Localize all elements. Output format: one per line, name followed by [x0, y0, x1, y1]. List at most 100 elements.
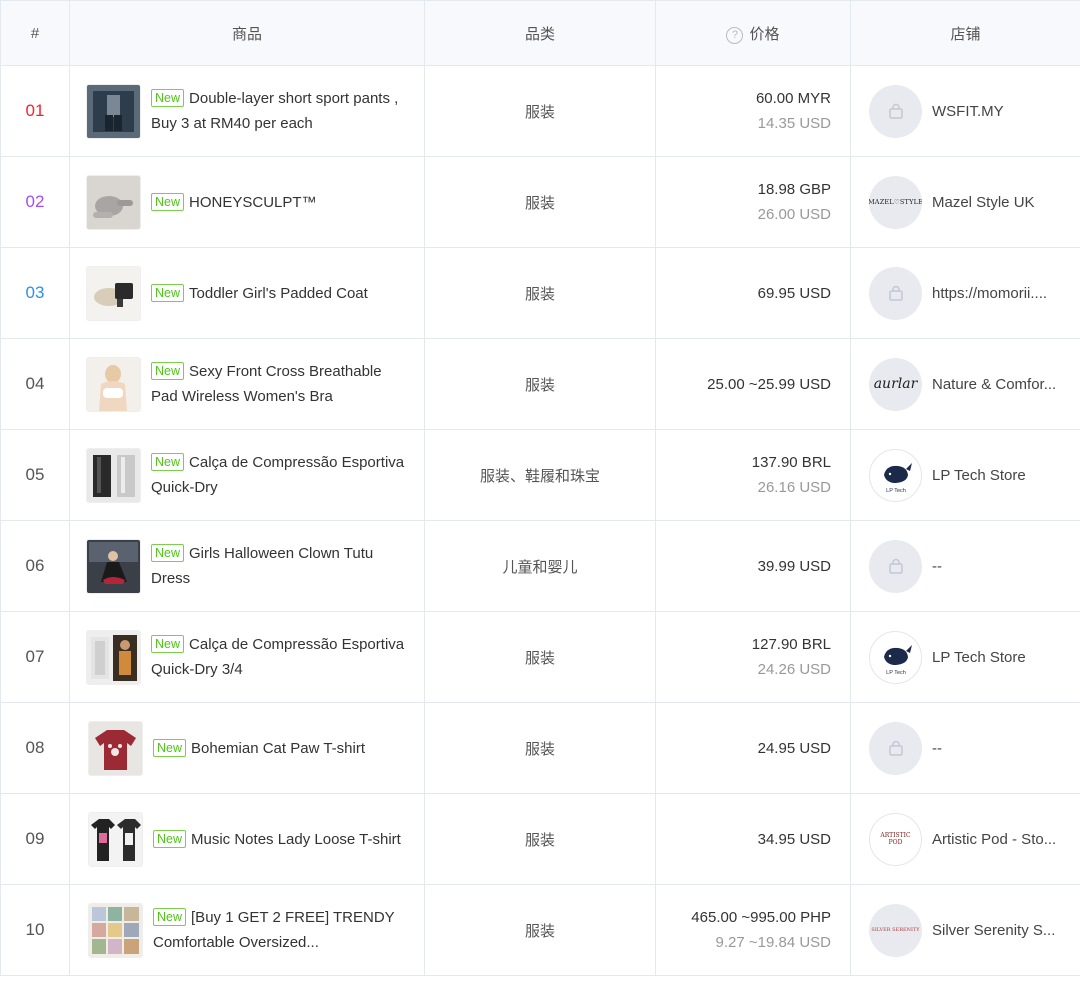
new-badge: New: [151, 192, 185, 211]
shop-cell[interactable]: --: [850, 702, 1080, 794]
shop-cell[interactable]: SILVER SERENITY Silver Serenity S...: [850, 884, 1080, 976]
whale-logo: LP Tech: [869, 630, 922, 684]
price-local: 127.90 BRL: [751, 636, 831, 653]
shop-name[interactable]: LP Tech Store: [932, 649, 1026, 666]
product-cell[interactable]: New Sexy Front Cross Breathable Pad Wirel…: [69, 338, 425, 430]
product-title[interactable]: Sexy Front Cross Breathable Pad Wireless…: [151, 363, 382, 405]
product-title[interactable]: Calça de Compressão Esportiva Quick-Dry …: [151, 636, 404, 678]
price-cell: 465.00 ~995.00 PHP 9.27 ~19.84 USD: [655, 884, 851, 976]
product-cell[interactable]: New Girls Halloween Clown Tutu Dress: [69, 520, 425, 612]
category-cell: 服装: [424, 338, 656, 430]
table-header-row: # 商品 品类 ? 价格 店铺: [0, 0, 1080, 66]
product-cell[interactable]: New Toddler Girl's Padded Coat: [69, 247, 425, 339]
header-shop: 店铺: [850, 0, 1080, 66]
shop-cell[interactable]: aurlar Nature & Comfor...: [850, 338, 1080, 430]
product-thumbnail[interactable]: [86, 356, 141, 412]
price-local: 60.00 MYR: [755, 90, 831, 107]
price-local: 137.90 BRL: [751, 454, 831, 471]
shop-name[interactable]: Mazel Style UK: [932, 194, 1035, 211]
product-thumbnail[interactable]: [88, 811, 143, 867]
help-icon[interactable]: ?: [726, 26, 744, 44]
product-thumbnail[interactable]: [86, 538, 141, 594]
table-row[interactable]: 03 New Toddler Girl's Padded Coat 服装 69.9…: [0, 247, 1080, 339]
table-row[interactable]: 08 New Bohemian Cat Paw T-shirt 服装 24.95 …: [0, 702, 1080, 794]
category-cell: 服装: [424, 793, 656, 885]
table-row[interactable]: 05 New Calça de Compressão Esportiva Quic…: [0, 429, 1080, 521]
product-cell[interactable]: New Double-layer short sport pants , Buy …: [69, 65, 425, 157]
category-cell: 服装: [424, 884, 656, 976]
product-thumbnail[interactable]: [86, 174, 141, 230]
table-row[interactable]: 10 New [Buy 1 GET 2 FREE] TRENDY Comforta…: [0, 884, 1080, 976]
price-cell: 127.90 BRL 24.26 USD: [655, 611, 851, 703]
shop-name[interactable]: --: [932, 740, 942, 757]
price-usd: 9.27 ~19.84 USD: [715, 934, 832, 951]
price-cell: 24.95 USD: [655, 702, 851, 794]
product-cell[interactable]: New Calça de Compressão Esportiva Quick-D…: [69, 611, 425, 703]
new-badge: New: [153, 908, 187, 926]
product-title[interactable]: Girls Halloween Clown Tutu Dress: [151, 545, 373, 587]
product-thumbnail[interactable]: [88, 720, 143, 776]
product-thumbnail[interactable]: [88, 902, 143, 958]
shop-name[interactable]: Nature & Comfor...: [932, 376, 1056, 393]
shop-cell[interactable]: https://momorii....: [850, 247, 1080, 339]
shop-name[interactable]: LP Tech Store: [932, 467, 1026, 484]
new-badge: New: [151, 283, 185, 302]
product-thumbnail[interactable]: [86, 265, 141, 321]
product-thumbnail[interactable]: [86, 83, 141, 139]
product-cell[interactable]: New Music Notes Lady Loose T-shirt: [69, 793, 425, 885]
shop-cell[interactable]: LP Tech LP Tech Store: [850, 611, 1080, 703]
aurlar-logo: aurlar: [869, 357, 922, 411]
whale-logo: LP Tech: [869, 448, 922, 502]
price-local: 18.98 GBP: [757, 181, 831, 198]
table-row[interactable]: 07 New Calça de Compressão Esportiva Quic…: [0, 611, 1080, 703]
product-title[interactable]: Music Notes Lady Loose T-shirt: [191, 831, 401, 848]
price-cell: 39.99 USD: [655, 520, 851, 612]
product-thumbnail[interactable]: [86, 629, 141, 685]
table-row[interactable]: 01 New Double-layer short sport pants , B…: [0, 65, 1080, 157]
product-cell[interactable]: New HONEYSCULPT™: [69, 156, 425, 248]
shop-name[interactable]: https://momorii....: [932, 285, 1047, 302]
shop-name[interactable]: WSFIT.MY: [932, 103, 1004, 120]
shop-cell[interactable]: ARTISTIC POD Artistic Pod - Sto...: [850, 793, 1080, 885]
product-title[interactable]: HONEYSCULPT™: [189, 194, 317, 211]
shop-name[interactable]: Silver Serenity S...: [932, 922, 1055, 939]
svg-text:LP Tech: LP Tech: [886, 488, 906, 494]
rank-number: 07: [0, 611, 70, 703]
price-cell: 34.95 USD: [655, 793, 851, 885]
shop-cell[interactable]: LP Tech LP Tech Store: [850, 429, 1080, 521]
price-usd: 26.00 USD: [757, 206, 831, 223]
shop-cell[interactable]: WSFIT.MY: [850, 65, 1080, 157]
price-usd: 24.26 USD: [757, 661, 831, 678]
price-local: 25.00 ~25.99 USD: [707, 375, 831, 393]
price-local: 39.99 USD: [757, 557, 831, 575]
new-badge: New: [151, 635, 185, 653]
product-cell[interactable]: New Calça de Compressão Esportiva Quick-D…: [69, 429, 425, 521]
shop-cell[interactable]: MAZEL♡STYLE Mazel Style UK: [850, 156, 1080, 248]
product-title[interactable]: [Buy 1 GET 2 FREE] TRENDY Comfortable Ov…: [153, 909, 394, 951]
category-cell: 服装: [424, 156, 656, 248]
product-thumbnail[interactable]: [86, 447, 141, 503]
product-title[interactable]: Toddler Girl's Padded Coat: [189, 285, 368, 302]
shop-placeholder-icon: [869, 721, 922, 775]
shop-name[interactable]: --: [932, 558, 942, 575]
artistic-pod-logo: ARTISTIC POD: [869, 812, 922, 866]
table-row[interactable]: 06 New Girls Halloween Clown Tutu Dress 儿…: [0, 520, 1080, 612]
rank-number: 10: [0, 884, 70, 976]
product-cell[interactable]: New Bohemian Cat Paw T-shirt: [69, 702, 425, 794]
category-cell: 服装: [424, 65, 656, 157]
price-local: 465.00 ~995.00 PHP: [691, 909, 831, 926]
product-cell[interactable]: New [Buy 1 GET 2 FREE] TRENDY Comfortable…: [69, 884, 425, 976]
shop-placeholder-icon: [869, 266, 922, 320]
shop-name[interactable]: Artistic Pod - Sto...: [932, 831, 1056, 848]
table-row[interactable]: 09 New Music Notes Lady Loose T-shirt 服装 …: [0, 793, 1080, 885]
price-cell: 137.90 BRL 26.16 USD: [655, 429, 851, 521]
table-row[interactable]: 02 New HONEYSCULPT™ 服装 18.98 GBP 26.00 USD…: [0, 156, 1080, 248]
table-row[interactable]: 04 New Sexy Front Cross Breathable Pad Wi…: [0, 338, 1080, 430]
product-title[interactable]: Double-layer short sport pants , Buy 3 a…: [151, 90, 398, 132]
shop-cell[interactable]: --: [850, 520, 1080, 612]
product-title[interactable]: Calça de Compressão Esportiva Quick-Dry: [151, 454, 404, 496]
new-badge: New: [153, 829, 187, 848]
header-price-label: 价格: [749, 25, 780, 43]
product-title[interactable]: Bohemian Cat Paw T-shirt: [191, 740, 365, 757]
new-badge: New: [151, 544, 185, 562]
